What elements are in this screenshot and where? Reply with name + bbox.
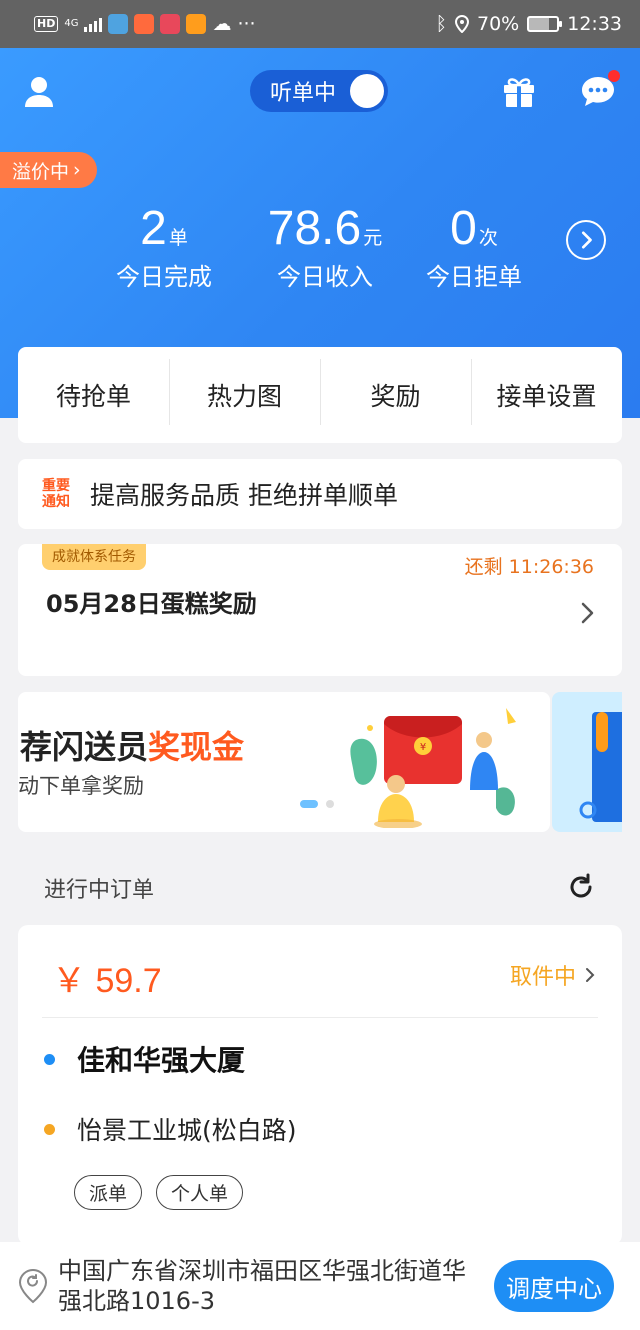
location-refresh-icon[interactable] [18, 1268, 48, 1304]
order-card[interactable]: ￥ 59.7 取件中 佳和华强大厦 怡景工业城(松白路) 派单 个人单 [18, 925, 622, 1245]
network-type: 4G [64, 18, 79, 29]
premium-tag[interactable]: 溢价中 › [0, 152, 97, 188]
gift-icon[interactable] [502, 76, 536, 108]
chevron-right-icon: › [73, 159, 81, 181]
stat-label: 今日收入 [277, 263, 373, 291]
important-notice[interactable]: 重要 通知 提高服务品质 拒绝拼单顺单 [18, 459, 622, 529]
order-price: ￥ 59.7 [52, 962, 162, 1000]
stat-value: 2 [140, 202, 167, 255]
order-status-label: 取件中 [509, 965, 576, 990]
clock: 12:33 [567, 13, 622, 35]
hd-indicator: HD [34, 16, 59, 32]
pager-dot[interactable] [326, 800, 334, 808]
banner-illustration [579, 712, 622, 822]
achievement-task-card[interactable]: 成就体系任务 还剩 11:26:36 05月28日蛋糕奖励 [18, 544, 622, 676]
order-tag: 派单 [74, 1175, 143, 1210]
chevron-right-icon [586, 968, 595, 982]
chevron-right-icon [581, 602, 594, 624]
task-tag: 成就体系任务 [42, 544, 146, 570]
premium-tag-label: 溢价中 [12, 160, 70, 183]
stats-detail-arrow-icon[interactable] [566, 220, 606, 260]
weather-icon: ☁ [212, 13, 232, 35]
status-bar: HD 4G ☁ ··· ᛒ 70% 12:33 [0, 0, 640, 48]
app-notification-icon [160, 14, 181, 34]
signal-icon [84, 16, 103, 32]
stat-label: 今日完成 [116, 263, 212, 291]
user-icon[interactable] [24, 76, 54, 108]
stat-unit: 次 [478, 227, 498, 249]
pager-dot[interactable] [300, 800, 318, 808]
stat-income[interactable]: 78.6 元 今日收入 [250, 200, 400, 294]
banner-title: 荐闪送员奖现金 [20, 722, 244, 768]
notice-text: 提高服务品质 拒绝拼单顺单 [90, 481, 398, 510]
promo-banner[interactable]: 荐闪送员奖现金 动下单拿奖励 ¥ [18, 692, 550, 832]
next-banner-preview[interactable] [552, 692, 622, 832]
app-notification-icon [186, 14, 207, 34]
order-tag: 个人单 [156, 1175, 244, 1210]
app-notification-icon [134, 14, 155, 34]
banner-title-highlight: 奖现金 [148, 728, 245, 766]
app-notification-icon [108, 14, 129, 34]
banner-title-prefix: 荐闪送员 [20, 728, 149, 766]
message-button[interactable] [580, 70, 620, 108]
unread-dot [608, 70, 620, 82]
current-location-bar: 中国广东省深圳市福田区华强北街道华强北路1016-3 调度中心 [0, 1242, 640, 1330]
task-countdown: 还剩 11:26:36 [464, 556, 594, 578]
tab-heatmap[interactable]: 热力图 [169, 359, 320, 425]
tab-rewards[interactable]: 奖励 [320, 359, 471, 425]
notice-tag-line: 通知 [42, 494, 70, 510]
current-address: 中国广东省深圳市福田区华强北街道华强北路1016-3 [58, 1257, 466, 1315]
pickup-address: 佳和华强大厦 [44, 1039, 245, 1079]
battery-icon [527, 16, 563, 32]
order-status[interactable]: 取件中 [510, 959, 596, 991]
red-envelope-illustration: ¥ [350, 708, 516, 828]
refresh-icon[interactable] [566, 872, 596, 902]
divider [42, 1017, 598, 1018]
dropoff-address-text: 怡景工业城(松白路) [77, 1116, 297, 1145]
listen-toggle[interactable]: 听单中 [250, 70, 388, 112]
svg-text:¥: ¥ [420, 742, 426, 753]
dropoff-address: 怡景工业城(松白路) [44, 1111, 297, 1147]
order-tags: 派单 个人单 [74, 1175, 244, 1210]
more-notifications: ··· [237, 13, 256, 35]
pickup-address-text: 佳和华强大厦 [77, 1044, 246, 1077]
stat-label: 今日拒单 [426, 263, 522, 291]
bluetooth-icon: ᛒ [435, 13, 447, 35]
stat-unit: 元 [363, 227, 383, 249]
pickup-dot [44, 1053, 55, 1065]
stat-value: 78.6 [267, 202, 362, 255]
stat-rejected[interactable]: 0次 今日拒单 [414, 200, 534, 294]
toggle-knob [350, 74, 384, 108]
task-title: 05月28日蛋糕奖励 [46, 590, 257, 618]
notice-tag-line: 重要 [42, 478, 70, 494]
battery-percent: 70% [477, 13, 520, 35]
banner-subtitle: 动下单拿奖励 [18, 774, 144, 798]
stat-completed[interactable]: 2单 今日完成 [104, 200, 224, 294]
stat-unit: 单 [168, 227, 188, 249]
stat-value: 0 [450, 202, 477, 255]
tab-order-settings[interactable]: 接单设置 [471, 359, 622, 425]
ongoing-orders-title: 进行中订单 [44, 878, 155, 903]
today-stats: 2单 今日完成 78.6 元 今日收入 0次 今日拒单 [0, 200, 640, 300]
function-tabs: 待抢单 热力图 奖励 接单设置 [18, 347, 622, 443]
notice-tag: 重要 通知 [42, 478, 78, 510]
listen-toggle-label: 听单中 [270, 81, 337, 106]
location-icon [455, 15, 469, 33]
banner-pager [300, 800, 334, 808]
dropoff-dot [44, 1123, 55, 1135]
dispatch-center-button[interactable]: 调度中心 [494, 1260, 614, 1312]
tab-pending-orders[interactable]: 待抢单 [18, 377, 169, 413]
